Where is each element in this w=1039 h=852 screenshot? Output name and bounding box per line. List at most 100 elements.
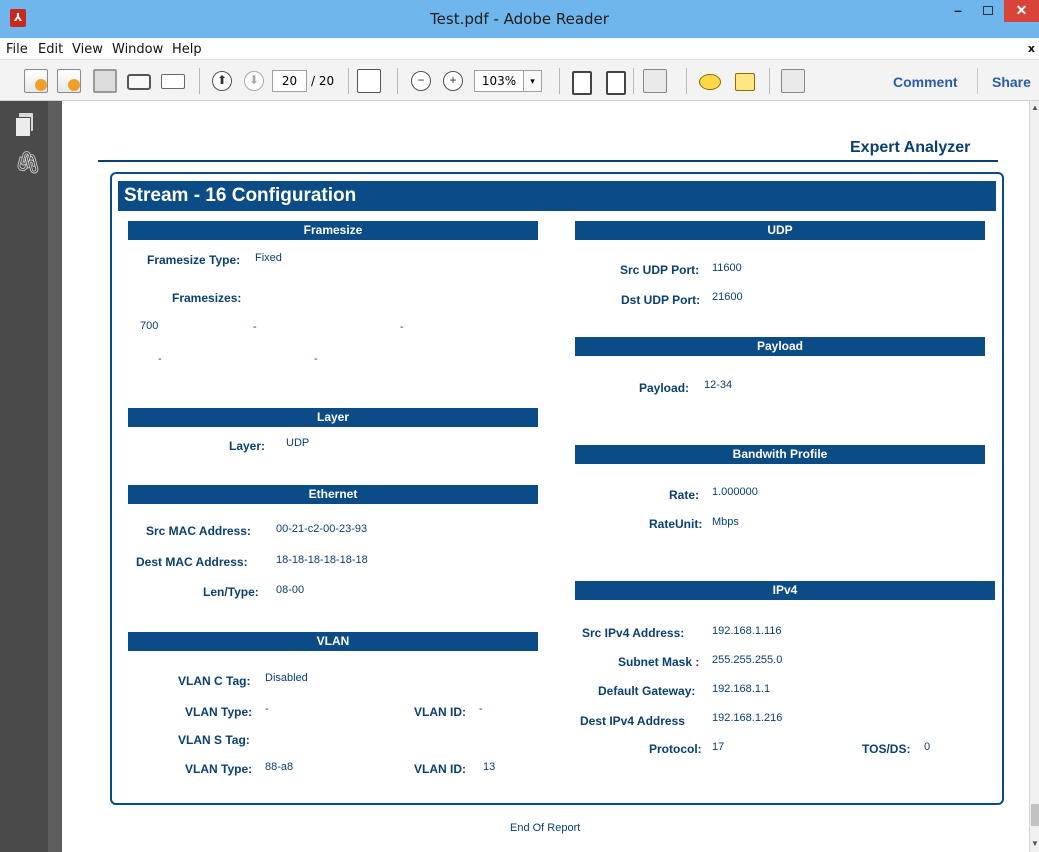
rate-value: 1.000000 — [712, 486, 758, 498]
report-brand: Expert Analyzer — [850, 139, 971, 156]
page-thumbnails-icon[interactable] — [13, 113, 35, 137]
close-document-button[interactable]: x — [1028, 42, 1035, 55]
pdf-page: Expert Analyzer Stream - 16 Configuratio… — [62, 101, 1029, 852]
sticky-note-icon[interactable] — [699, 74, 721, 90]
toolbar-separator — [769, 68, 770, 94]
dst-udp-port-label: Dst UDP Port: — [621, 293, 701, 307]
ipv4-header: IPv4 — [575, 581, 995, 600]
src-udp-port-value: 11600 — [712, 262, 742, 274]
save-icon[interactable] — [93, 69, 117, 93]
vlan-c-tag-label: VLAN C Tag: — [178, 674, 251, 688]
menu-edit[interactable]: Edit — [38, 42, 63, 57]
brand-divider — [98, 160, 998, 162]
menu-view[interactable]: View — [72, 42, 103, 57]
zoom-out-icon[interactable]: − — [411, 71, 431, 91]
protocol-label: Protocol: — [649, 742, 702, 756]
rate-unit-value: Mbps — [712, 516, 739, 528]
scroll-down-icon[interactable]: ▼ — [1030, 839, 1039, 848]
ethernet-header: Ethernet — [128, 485, 538, 504]
framesizes-label: Framesizes: — [172, 291, 242, 305]
vlan-s-type-value: 88-a8 — [265, 761, 294, 773]
zoom-dropdown-icon[interactable]: ▾ — [524, 70, 542, 92]
stream-title: Stream - 16 Configuration — [118, 181, 996, 211]
udp-header: UDP — [575, 221, 985, 240]
attachments-icon[interactable]: 🖇 — [14, 151, 42, 176]
copy-icon[interactable] — [643, 69, 667, 93]
full-screen-icon[interactable] — [781, 69, 805, 93]
src-udp-port-label: Src UDP Port: — [620, 263, 700, 277]
subnet-mask-value: 255.255.255.0 — [712, 654, 783, 666]
framesize-value: - — [400, 321, 404, 333]
payload-value: 12-34 — [704, 379, 733, 391]
select-tool-icon[interactable] — [357, 69, 381, 93]
payload-header: Payload — [575, 337, 985, 356]
framesize-type-value: Fixed — [255, 252, 282, 264]
open-file-icon[interactable] — [57, 69, 81, 93]
src-mac-value: 00-21-c2-00-23-93 — [276, 523, 368, 535]
framesize-type-label: Framesize Type: — [147, 253, 241, 267]
tos-ds-value: 0 — [924, 741, 931, 753]
layer-header: Layer — [128, 408, 538, 427]
navigation-pane: 🖇 — [0, 101, 48, 852]
end-of-report: End Of Report — [510, 822, 581, 834]
scroll-up-icon[interactable]: ▲ — [1030, 103, 1039, 112]
menu-file[interactable]: File — [6, 42, 28, 57]
toolbar-separator — [559, 68, 560, 94]
highlight-text-icon[interactable] — [735, 73, 755, 91]
email-icon[interactable] — [161, 74, 185, 89]
layer-value: UDP — [286, 437, 310, 449]
maximize-button[interactable] — [974, 0, 1002, 22]
src-mac-label: Src MAC Address: — [146, 524, 251, 538]
vlan-s-tag-label: VLAN S Tag: — [178, 733, 250, 747]
close-button[interactable]: ✕ — [1004, 0, 1039, 22]
page-number-input[interactable]: 20 — [272, 70, 307, 92]
menu-bar: File Edit View Window Help x — [0, 38, 1039, 60]
toolbar-separator — [199, 68, 200, 94]
next-page-icon[interactable]: ⬇ — [244, 71, 264, 91]
toolbar-separator — [977, 68, 978, 94]
subnet-mask-label: Subnet Mask : — [618, 655, 700, 669]
scroll-thumb[interactable] — [1031, 804, 1039, 826]
len-type-value: 08-00 — [276, 584, 305, 596]
fit-page-icon[interactable] — [572, 71, 592, 95]
print-icon[interactable] — [127, 74, 151, 90]
dest-ipv4-label: Dest IPv4 Address — [580, 714, 685, 728]
src-ipv4-label: Src IPv4 Address: — [582, 626, 685, 640]
dest-mac-value: 18-18-18-18-18-18 — [276, 554, 368, 566]
src-ipv4-value: 192.168.1.116 — [712, 625, 782, 637]
payload-label: Payload: — [639, 381, 690, 395]
fit-width-icon[interactable] — [606, 71, 626, 95]
zoom-in-icon[interactable]: + — [443, 71, 463, 91]
page-total: / 20 — [311, 74, 335, 88]
vlan-c-type-label: VLAN Type: — [185, 705, 253, 719]
layer-label: Layer: — [229, 439, 266, 453]
toolbar-separator — [633, 68, 634, 94]
toolbar: ⬆ ⬇ 20 / 20 − + 103% ▾ Comment Share — [0, 60, 1039, 101]
vlan-c-id-value: - — [479, 703, 483, 715]
len-type-label: Len/Type: — [203, 585, 259, 599]
framesize-value: - — [253, 321, 257, 333]
zoom-level-input[interactable]: 103% — [474, 70, 524, 92]
tos-ds-label: TOS/DS: — [862, 742, 911, 756]
protocol-value: 17 — [712, 741, 725, 753]
toolbar-separator — [686, 68, 687, 94]
dest-mac-label: Dest MAC Address: — [136, 555, 248, 569]
vertical-scrollbar[interactable]: ▲ ▼ — [1029, 101, 1039, 852]
create-pdf-icon[interactable] — [24, 69, 48, 93]
menu-window[interactable]: Window — [112, 42, 163, 57]
minimize-button[interactable]: – — [944, 0, 972, 22]
vlan-c-type-value: - — [265, 703, 269, 715]
framesize-value: - — [314, 353, 318, 365]
stream-config-card: Stream - 16 Configuration Framesize Fram… — [110, 172, 1004, 805]
toolbar-separator — [348, 68, 349, 94]
bandwidth-profile-header: Bandwith Profile — [575, 445, 985, 464]
toolbar-separator — [397, 68, 398, 94]
rate-label: Rate: — [669, 488, 700, 502]
framesize-value: 700 — [140, 320, 159, 332]
vlan-s-id-value: 13 — [483, 761, 496, 773]
menu-help[interactable]: Help — [172, 42, 202, 57]
rate-unit-label: RateUnit: — [649, 517, 703, 531]
previous-page-icon[interactable]: ⬆ — [212, 71, 232, 91]
comment-button[interactable]: Comment — [893, 74, 958, 90]
share-button[interactable]: Share — [992, 74, 1031, 90]
